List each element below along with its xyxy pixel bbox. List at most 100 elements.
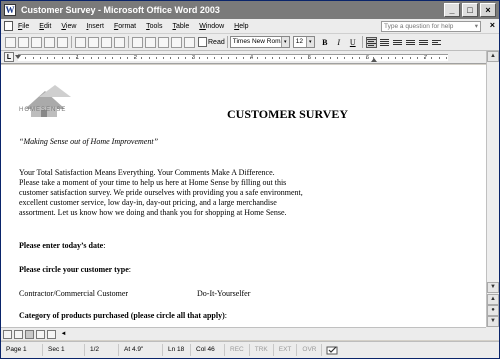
status-ovr[interactable]: OVR (297, 344, 323, 356)
outline-view-icon[interactable] (36, 329, 45, 339)
menu-file[interactable]: File (13, 23, 34, 30)
ruler-track: 1 2 3 4 5 6 7 (15, 54, 448, 62)
bullets-icon[interactable] (418, 37, 429, 48)
bold-button[interactable]: B (319, 36, 331, 48)
copy-icon[interactable] (145, 36, 156, 48)
toolbar-separator (361, 36, 363, 48)
save-icon[interactable] (31, 36, 42, 48)
select-browse-object-button[interactable]: ● (487, 305, 499, 316)
align-left-icon[interactable] (365, 36, 377, 48)
menu-view[interactable]: View (56, 23, 81, 30)
horizontal-scrollbar[interactable]: ◄ (1, 327, 486, 340)
ruler-tick (184, 57, 186, 59)
document-close-button[interactable]: × (490, 20, 495, 30)
ruler-tick (199, 57, 201, 59)
read-label: Read (208, 38, 225, 46)
ruler-tick (387, 57, 389, 59)
scroll-up-button[interactable]: ▲ (487, 51, 499, 62)
next-page-button[interactable]: ▼ (487, 316, 499, 327)
option-diy: Do-It-Yourselfer (197, 289, 251, 298)
window-title: Customer Survey - Microsoft Office Word … (21, 5, 220, 15)
decrease-indent-icon[interactable] (431, 37, 442, 48)
question-category-text: Category of products purchased (please c… (19, 311, 225, 320)
intro-paragraph: Your Total Satisfaction Means Everything… (19, 168, 399, 218)
maximize-button[interactable]: □ (462, 3, 478, 17)
word-app-icon[interactable]: W (4, 4, 16, 16)
document-area[interactable]: HOMESENSE CUSTOMER SURVEY “Making Sense … (1, 65, 486, 327)
ruler-tick (126, 57, 128, 59)
document-title: CUSTOMER SURVEY (227, 107, 349, 121)
menu-table[interactable]: Table (167, 23, 194, 30)
line-spacing-icon[interactable] (392, 37, 403, 48)
scrollbar-corner (486, 327, 499, 340)
ruler-tick (242, 57, 244, 59)
open-folder-icon[interactable] (18, 36, 29, 48)
research-icon[interactable] (114, 36, 125, 48)
status-trk[interactable]: TRK (250, 344, 274, 356)
spelling-icon[interactable] (101, 36, 112, 48)
tab-selector[interactable]: L (4, 52, 14, 62)
read-button[interactable]: Read (198, 37, 225, 47)
permission-icon[interactable] (44, 36, 55, 48)
print-layout-view-icon[interactable] (25, 329, 34, 339)
chevron-down-icon[interactable]: ▾ (475, 22, 478, 31)
help-search-placeholder: Type a question for help (384, 23, 454, 30)
numbering-icon[interactable] (405, 37, 416, 48)
help-search-input[interactable]: Type a question for help ▾ (381, 21, 481, 32)
status-ext[interactable]: EXT (274, 344, 298, 356)
redo-icon[interactable] (184, 36, 195, 48)
undo-icon[interactable] (171, 36, 182, 48)
horizontal-ruler[interactable]: L 1 2 3 4 5 6 7 (1, 51, 488, 64)
logo-text: HOMESENSE (19, 107, 67, 113)
ruler-tick (344, 57, 346, 59)
ruler-tick (228, 57, 230, 59)
menu-edit[interactable]: Edit (34, 23, 56, 30)
spelling-status-icon[interactable] (326, 346, 342, 355)
status-section: Sec 1 (43, 344, 85, 356)
vertical-scrollbar[interactable]: ▲ ▼ ▲ ● ▼ (486, 51, 499, 327)
paste-icon[interactable] (158, 36, 169, 48)
scroll-left-button[interactable]: ◄ (59, 330, 68, 339)
previous-page-button[interactable]: ▲ (487, 294, 499, 305)
document-icon[interactable] (4, 21, 13, 31)
menu-insert[interactable]: Insert (81, 23, 109, 30)
normal-view-icon[interactable] (3, 329, 12, 339)
menu-help[interactable]: Help (229, 23, 253, 30)
ruler-tick (308, 57, 309, 59)
cut-icon[interactable] (132, 36, 143, 48)
ruler-tick (47, 57, 48, 59)
intro-line: Please take a moment of your time to hel… (19, 178, 287, 187)
ruler-tick (155, 57, 157, 59)
ruler-tick (192, 57, 193, 59)
status-page: Page 1 (1, 344, 43, 356)
print-preview-icon[interactable] (88, 36, 99, 48)
ruler-tick (395, 57, 396, 59)
ruler-tick (424, 57, 425, 59)
homesense-logo (25, 85, 71, 117)
chevron-down-icon: ▾ (305, 37, 314, 47)
ruler-tick (264, 57, 266, 59)
font-size-select[interactable]: 12 ▾ (292, 36, 315, 48)
menu-bar: File Edit View Insert Format Tools Table… (1, 19, 499, 34)
first-line-indent-marker[interactable] (15, 55, 21, 59)
underline-button[interactable]: U (347, 36, 359, 48)
align-center-icon[interactable] (379, 37, 390, 48)
ruler-tick (315, 57, 317, 59)
reading-layout-view-icon[interactable] (47, 329, 56, 339)
font-name-select[interactable]: Times New Roman ▾ (229, 36, 290, 48)
web-layout-view-icon[interactable] (14, 329, 23, 339)
menu-window[interactable]: Window (194, 23, 229, 30)
menu-format[interactable]: Format (109, 23, 141, 30)
status-column: Col 46 (191, 344, 225, 356)
italic-button[interactable]: I (333, 36, 345, 48)
print-icon[interactable] (75, 36, 86, 48)
ruler-tick (366, 57, 367, 59)
close-button[interactable]: × (480, 3, 496, 17)
ruler-tick (322, 57, 324, 59)
status-rec[interactable]: REC (225, 344, 250, 356)
menu-tools[interactable]: Tools (141, 23, 167, 30)
scroll-down-button[interactable]: ▼ (487, 282, 499, 293)
new-document-icon[interactable] (5, 36, 16, 48)
minimize-button[interactable]: _ (444, 3, 460, 17)
email-icon[interactable] (57, 36, 68, 48)
